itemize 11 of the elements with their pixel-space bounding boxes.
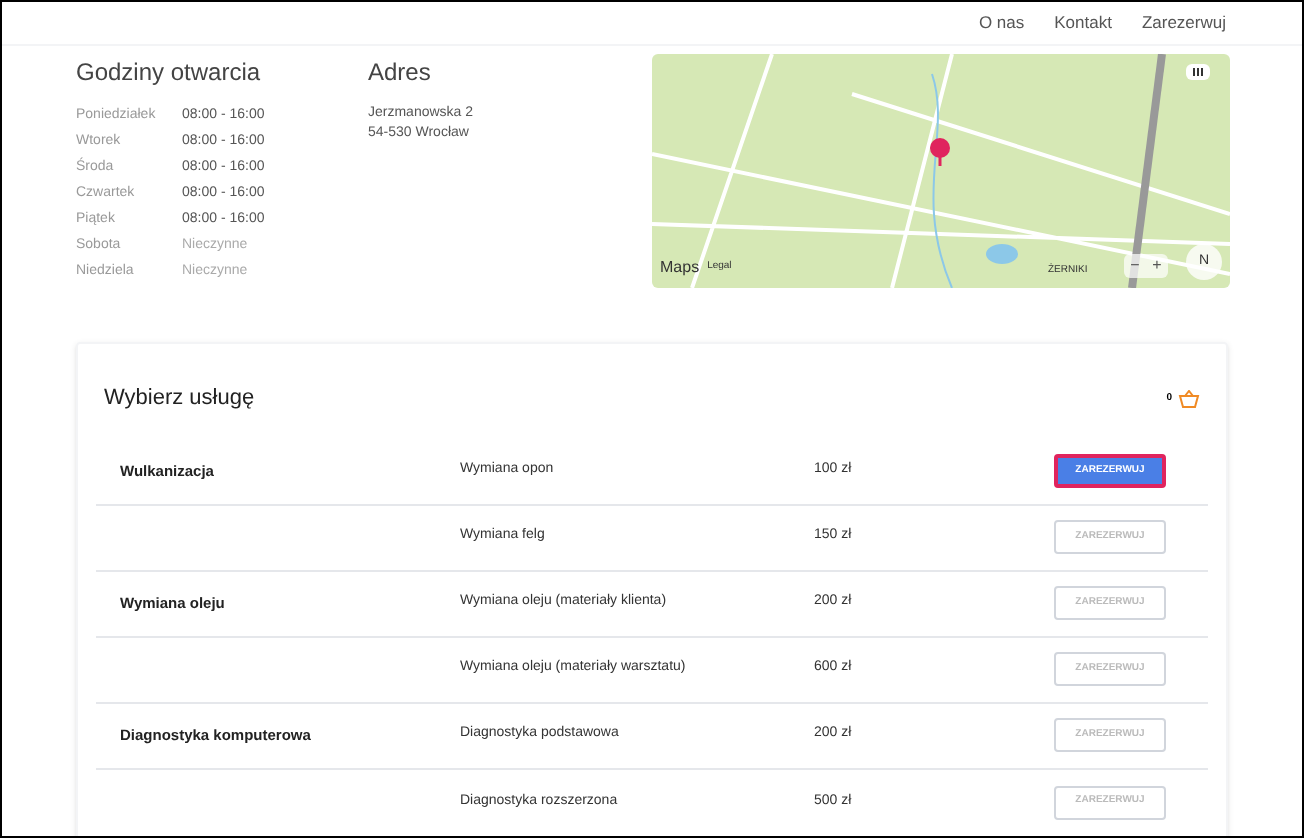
hours-heading: Godziny otwarcia [76,56,263,90]
zoom-in-button[interactable]: + [1146,254,1168,278]
map-mode-icon[interactable] [1186,64,1210,80]
zoom-out-button[interactable]: − [1124,254,1146,278]
nav-link[interactable]: Zarezerwuj [1141,10,1226,36]
nav-link[interactable]: Kontakt [1054,10,1112,36]
map-brand: Maps [660,256,700,280]
map-pin-icon [930,138,950,166]
address-heading: Adres [368,56,433,90]
services-heading: Wybierz usługę [104,384,255,414]
nav-link[interactable]: O nas [978,10,1025,36]
